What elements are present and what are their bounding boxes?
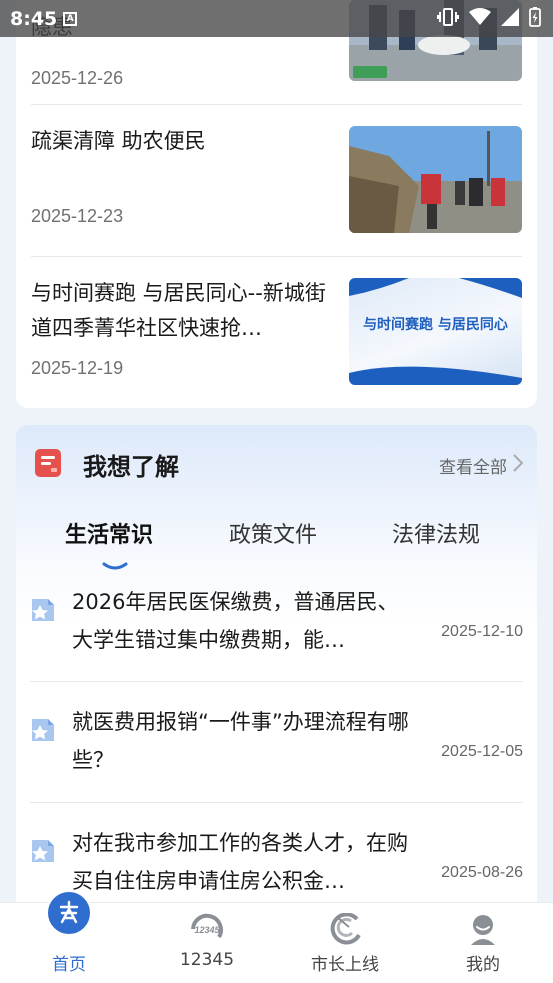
list-item[interactable]: 2026年居民医保缴费，普通居民、大学生错过集中缴费期，能… 2025-12-1… [30,583,523,673]
status-time: 8:45 [10,7,58,30]
tab-life-knowledge[interactable]: 生活常识 [65,517,153,549]
item-date: 2025-08-26 [441,864,523,881]
article-star-icon [30,715,58,747]
divider [30,681,523,682]
want-to-know-card: 我想了解 查看全部 生活常识 政策文件 法律法规 2026年居民医保缴费，普通居… [16,425,537,925]
article-star-icon [30,836,58,868]
active-tab-indicator [102,557,128,576]
tab-policy-documents[interactable]: 政策文件 [229,517,317,549]
news-item[interactable]: 与时间赛跑 与居民同心--新城街道四季菁华社区快速抢… 2025-12-19 与… [31,276,522,385]
tabbar-item-profile[interactable]: 我的 [414,903,552,983]
news-title: 与时间赛跑 与居民同心--新城街道四季菁华社区快速抢… [31,281,326,340]
item-title: 对在我市参加工作的各类人才，在购买自住住房申请住房公积金… [72,831,408,893]
news-item[interactable]: 疏渠清障 助农便民 2025-12-23 [31,124,522,233]
item-title: 2026年居民医保缴费，普通居民、大学生错过集中缴费期，能… [72,590,399,652]
section-header: 我想了解 [33,447,179,482]
wifi-icon [469,7,491,30]
item-date: 2025-12-10 [441,623,523,640]
article-star-icon [30,595,58,627]
notification-icon: A [63,11,78,26]
section-title: 我想了解 [83,453,179,481]
news-list-card: 隐患 2025-12-26 疏渠清障 助农便民 2025-12-23 [16,0,537,408]
tabbar-label: 市长上线 [311,955,379,975]
profile-icon [468,913,498,949]
tabbar-label: 12345 [179,950,235,970]
bottom-tab-bar: 首页 12345 12345 市长上线 我的 [0,890,553,983]
list-item[interactable]: 就医费用报销“一件事”办理流程有哪些？ 2025-12-05 [30,703,523,793]
tabbar-label: 首页 [52,955,86,975]
tabbar-label: 我的 [466,955,500,975]
battery-icon [529,6,541,31]
vibrate-icon [437,7,459,31]
item-date: 2025-12-05 [441,743,523,760]
news-date: 2025-12-19 [31,358,124,378]
view-all-link[interactable]: 查看全部 [439,453,524,478]
tab-laws-regulations[interactable]: 法律法规 [392,517,480,549]
news-title: 疏渠清障 助农便民 [31,129,206,153]
status-bar: 8:45 A [0,0,553,37]
tabbar-item-12345[interactable]: 12345 12345 [138,903,276,983]
news-date: 2025-12-26 [31,68,124,88]
tabbar-item-mayor-online[interactable]: 市长上线 [276,903,414,983]
view-all-label: 查看全部 [439,458,507,478]
category-tabs: 生活常识 政策文件 法律法规 [16,517,537,570]
chevron-right-icon [513,454,524,477]
home-icon [45,889,93,941]
tabbar-item-home[interactable]: 首页 [0,890,138,983]
item-title: 就医费用报销“一件事”办理流程有哪些？ [72,710,409,772]
hotline-12345-icon: 12345 [189,913,225,949]
divider [30,802,523,803]
document-icon [33,448,63,482]
hotline-icon-text: 12345 [194,925,220,935]
divider [31,256,522,257]
news-thumbnail [349,126,522,233]
mayor-online-icon [327,912,363,949]
news-date: 2025-12-23 [31,206,124,226]
thumbnail-caption: 与时间赛跑 与居民同心 [363,317,508,333]
signal-icon [501,7,519,30]
news-thumbnail: 与时间赛跑 与居民同心 [349,278,522,385]
divider [31,104,522,105]
list-item[interactable]: 对在我市参加工作的各类人才，在购买自住住房申请住房公积金… 2025-08-26 [30,824,523,914]
